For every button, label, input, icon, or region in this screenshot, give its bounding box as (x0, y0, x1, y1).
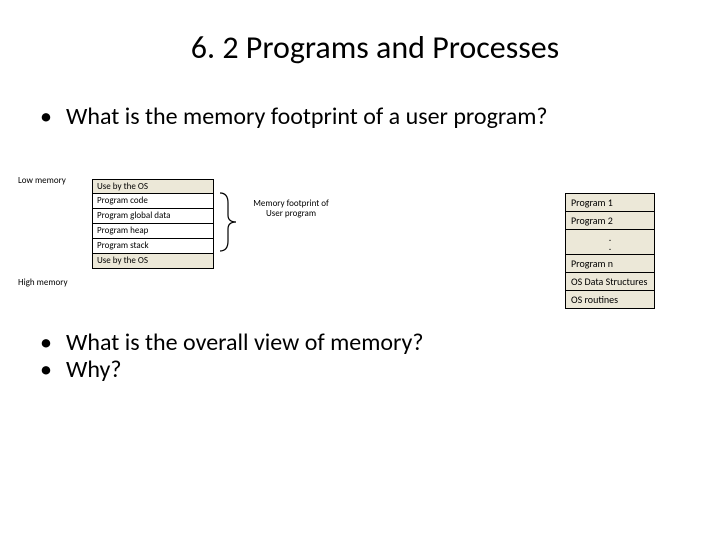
footprint-label: Memory footprint of User program (246, 199, 336, 220)
bullet-dot-icon: • (40, 356, 66, 384)
memory-stack: Use by the OS Program code Program globa… (92, 179, 214, 269)
ellipsis-icon: .. (566, 230, 654, 255)
right-cell: Program n (566, 255, 654, 273)
bullets-top: • What is the memory footprint of a user… (0, 67, 720, 131)
bullet-text: What is the overall view of memory? (66, 329, 660, 357)
bullet-item: • What is the overall view of memory? (40, 329, 660, 357)
bullet-dot-icon: • (40, 103, 66, 131)
mem-cell-stack: Program stack (93, 239, 213, 254)
mem-cell-global: Program global data (93, 209, 213, 224)
mem-cell-code: Program code (93, 194, 213, 209)
bullets-bottom: • What is the overall view of memory? • … (0, 319, 720, 384)
mem-cell-heap: Program heap (93, 224, 213, 239)
bullet-item: • Why? (40, 356, 660, 384)
high-memory-label: High memory (18, 277, 68, 288)
right-cell: Program 2 (566, 212, 654, 230)
right-cell: OS routines (566, 291, 654, 308)
slide-title: 6. 2 Programs and Processes (0, 0, 720, 67)
right-cell: Program 1 (566, 194, 654, 212)
bullet-text: Why? (66, 356, 660, 384)
bullet-dot-icon: • (40, 329, 66, 357)
bullet-item: • What is the memory footprint of a user… (40, 103, 660, 131)
right-memory-stack: Program 1 Program 2 .. Program n OS Data… (565, 193, 655, 309)
brace-icon (218, 191, 240, 253)
diagram-area: Low memory High memory Use by the OS Pro… (0, 149, 720, 319)
right-cell: OS Data Structures (566, 273, 654, 291)
mem-cell-os-bottom: Use by the OS (93, 254, 213, 268)
bullet-text: What is the memory footprint of a user p… (66, 103, 660, 131)
mem-cell-os-top: Use by the OS (93, 180, 213, 195)
low-memory-label: Low memory (18, 175, 66, 186)
